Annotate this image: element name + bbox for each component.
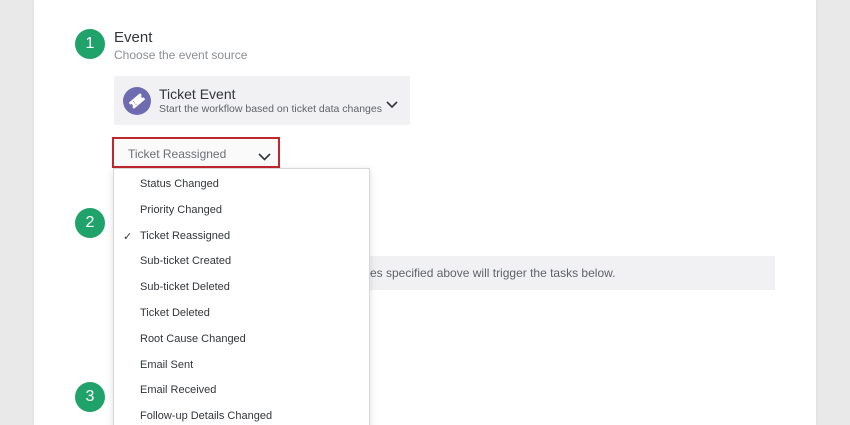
dropdown-option[interactable]: Root Cause Changed — [114, 326, 369, 352]
step-1-badge: 1 — [75, 29, 105, 59]
chevron-down-icon — [258, 148, 271, 166]
dropdown-option-label: Follow-up Details Changed — [140, 410, 273, 423]
dropdown-option-label: Email Received — [140, 384, 217, 397]
step-3-badge: 3 — [75, 382, 105, 412]
ticket-icon — [123, 87, 151, 115]
dropdown-option[interactable]: Email Sent — [114, 352, 369, 378]
dropdown-option[interactable]: Sub-ticket Deleted — [114, 274, 369, 300]
dropdown-option[interactable]: Follow-up Details Changed — [114, 403, 369, 425]
dropdown-option-label: Root Cause Changed — [140, 332, 246, 345]
dropdown-option-label: Status Changed — [140, 178, 219, 190]
dropdown-option-label: Sub-ticket Deleted — [140, 281, 230, 294]
checkmark-icon: ✓ — [123, 230, 133, 243]
dropdown-option-label: Priority Changed — [140, 203, 222, 216]
ticket-event-title: Ticket Event — [159, 86, 236, 102]
dropdown-option[interactable]: Status Changed — [114, 171, 369, 197]
dropdown-option-label: Ticket Deleted — [140, 307, 210, 319]
event-section-subtitle: Choose the event source — [114, 48, 248, 62]
dropdown-option-label: Ticket Reassigned — [140, 229, 231, 242]
step-2-badge: 2 — [75, 208, 105, 238]
dropdown-option-label: Email Sent — [140, 358, 194, 371]
event-type-dropdown-menu[interactable]: Status Changed Priority Changed ✓ Ticket Re… — [113, 168, 370, 425]
ticket-event-selector[interactable]: Ticket Event Start the workflow based on… — [114, 76, 410, 125]
event-section-title: Event — [114, 29, 153, 46]
event-type-select[interactable]: Ticket Reassigned — [112, 137, 280, 168]
ticket-event-description: Start the workflow based on ticket data … — [159, 103, 382, 115]
dropdown-option[interactable]: Email Received — [114, 377, 369, 403]
chevron-down-icon — [386, 96, 398, 114]
event-type-select-value: Ticket Reassigned — [128, 147, 227, 161]
dropdown-option[interactable]: ✓ Ticket Reassigned — [114, 223, 369, 249]
condition-info-text: es specified above will trigger the task… — [370, 266, 616, 280]
dropdown-option[interactable]: Sub-ticket Created — [114, 248, 369, 274]
dropdown-option[interactable]: Priority Changed — [114, 197, 369, 223]
dropdown-option-label: Sub-ticket Created — [140, 255, 232, 268]
dropdown-option[interactable]: Ticket Deleted — [114, 300, 369, 326]
condition-info-bar: es specified above will trigger the task… — [360, 256, 775, 290]
